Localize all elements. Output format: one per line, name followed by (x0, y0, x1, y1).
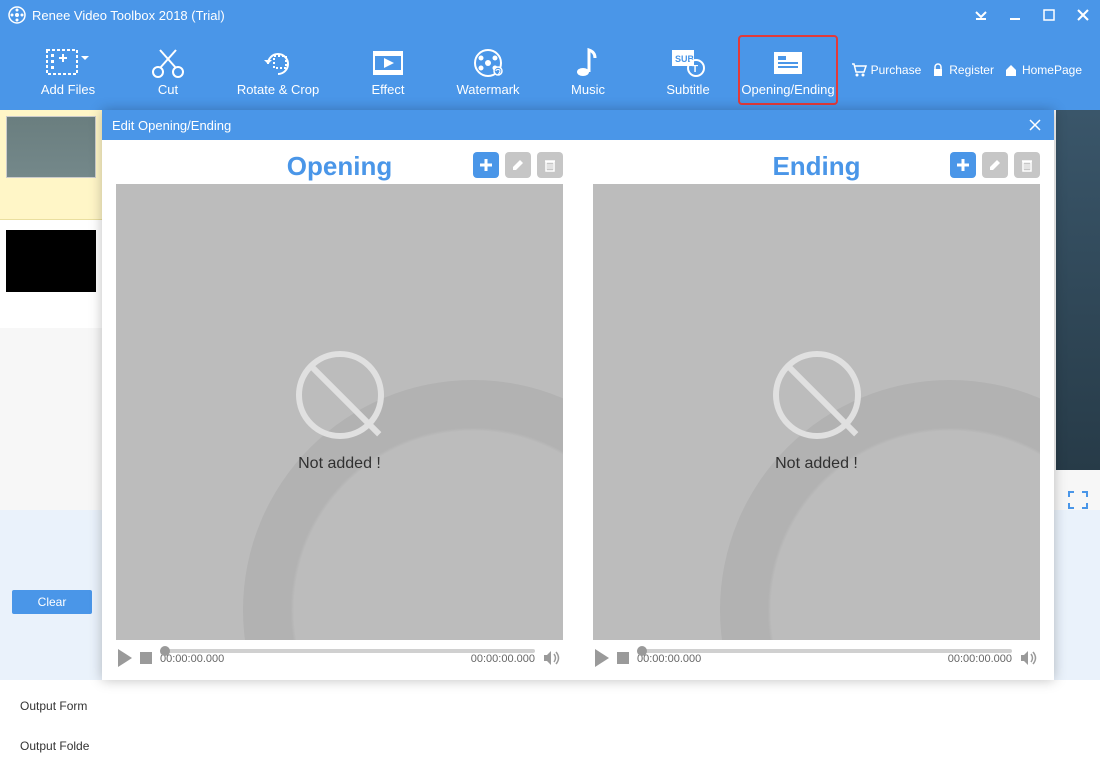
dialog-title: Edit Opening/Ending (112, 118, 231, 133)
no-content-icon (773, 351, 861, 439)
ending-volume-button[interactable] (1020, 650, 1038, 666)
svg-text:T: T (692, 64, 698, 75)
app-title: Renee Video Toolbox 2018 (Trial) (32, 8, 225, 23)
dialog-close-button[interactable] (1026, 116, 1044, 134)
rotate-crop-icon (258, 44, 298, 82)
add-files-button[interactable]: Add Files (18, 35, 118, 105)
ending-delete-button (1014, 152, 1040, 178)
close-button[interactable] (1074, 6, 1092, 24)
watermark-icon (468, 44, 508, 82)
scissors-icon (148, 44, 188, 82)
opening-add-button[interactable] (473, 152, 499, 178)
main-toolbar: Add Files Cut Rotate & Crop Effect Water… (0, 30, 1100, 110)
purchase-label: Purchase (871, 63, 922, 77)
edit-opening-ending-dialog: Edit Opening/Ending Opening (102, 110, 1054, 680)
ending-heading: Ending (772, 151, 860, 182)
lock-icon (931, 63, 945, 77)
opening-time-end: 00:00:00.000 (471, 653, 535, 665)
toolbar-label: Subtitle (666, 82, 709, 97)
opening-ending-icon (768, 44, 808, 82)
register-label: Register (949, 63, 994, 77)
toolbar-label: Effect (371, 82, 404, 97)
homepage-label: HomePage (1022, 63, 1082, 77)
opening-play-button[interactable] (118, 649, 132, 667)
toolbar-label: Add Files (41, 82, 95, 97)
opening-edit-button (505, 152, 531, 178)
music-button[interactable]: Music (538, 35, 638, 105)
ending-controls: 00:00:00.000 00:00:00.000 (593, 640, 1040, 676)
opening-time-start: 00:00:00.000 (160, 653, 224, 665)
cart-icon (851, 63, 867, 77)
ending-add-button[interactable] (950, 152, 976, 178)
opening-delete-button (537, 152, 563, 178)
maximize-button[interactable] (1040, 6, 1058, 24)
toolbar-label: Opening/Ending (741, 82, 834, 97)
home-icon (1004, 63, 1018, 77)
ending-preview: Not added ! (593, 184, 1040, 640)
clear-label: Clear (38, 595, 67, 609)
clear-button[interactable]: Clear (12, 590, 92, 614)
fullscreen-button[interactable] (1064, 488, 1092, 512)
effect-icon (368, 44, 408, 82)
ending-time-end: 00:00:00.000 (948, 653, 1012, 665)
subtitle-button[interactable]: SUBT Subtitle (638, 35, 738, 105)
ending-panel: Ending Not added ! (593, 148, 1040, 676)
add-files-icon (45, 44, 91, 82)
output-folder-label: Output Folde (20, 726, 89, 766)
opening-heading: Opening (287, 151, 392, 182)
subtitle-icon: SUBT (668, 44, 708, 82)
toolbar-label: Cut (158, 82, 178, 97)
register-link[interactable]: Register (931, 63, 994, 77)
thumbnail-list (0, 220, 102, 328)
opening-panel: Opening Not added ! (116, 148, 563, 676)
ending-progress-bar[interactable] (637, 649, 1012, 653)
video-thumbnail[interactable] (6, 116, 96, 178)
watermark-button[interactable]: Watermark (438, 35, 538, 105)
app-logo-icon (8, 6, 26, 24)
ending-play-button[interactable] (595, 649, 609, 667)
opening-progress-bar[interactable] (160, 649, 535, 653)
titlebar: Renee Video Toolbox 2018 (Trial) (0, 0, 1100, 30)
ending-stop-button[interactable] (617, 652, 629, 664)
minimize-button[interactable] (1006, 6, 1024, 24)
preview-strip (1056, 110, 1100, 470)
opening-stop-button[interactable] (140, 652, 152, 664)
homepage-link[interactable]: HomePage (1004, 63, 1082, 77)
cut-button[interactable]: Cut (118, 35, 218, 105)
dialog-titlebar: Edit Opening/Ending (102, 110, 1054, 140)
toolbar-label: Music (571, 82, 605, 97)
toolbar-label: Watermark (456, 82, 519, 97)
purchase-link[interactable]: Purchase (851, 63, 922, 77)
ending-time-start: 00:00:00.000 (637, 653, 701, 665)
opening-controls: 00:00:00.000 00:00:00.000 (116, 640, 563, 676)
output-format-label: Output Form (20, 686, 89, 726)
opening-ending-button[interactable]: Opening/Ending (738, 35, 838, 105)
rotate-crop-button[interactable]: Rotate & Crop (218, 35, 338, 105)
selected-thumbnail-strip (0, 110, 102, 220)
toolbar-label: Rotate & Crop (237, 82, 319, 97)
no-content-icon (296, 351, 384, 439)
ending-edit-button (982, 152, 1008, 178)
opening-volume-button[interactable] (543, 650, 561, 666)
video-thumbnail[interactable] (6, 230, 96, 292)
output-labels: Output Form Output Folde (20, 686, 89, 766)
dropdown-icon[interactable] (972, 6, 990, 24)
music-icon (573, 44, 603, 82)
opening-preview: Not added ! (116, 184, 563, 640)
effect-button[interactable]: Effect (338, 35, 438, 105)
